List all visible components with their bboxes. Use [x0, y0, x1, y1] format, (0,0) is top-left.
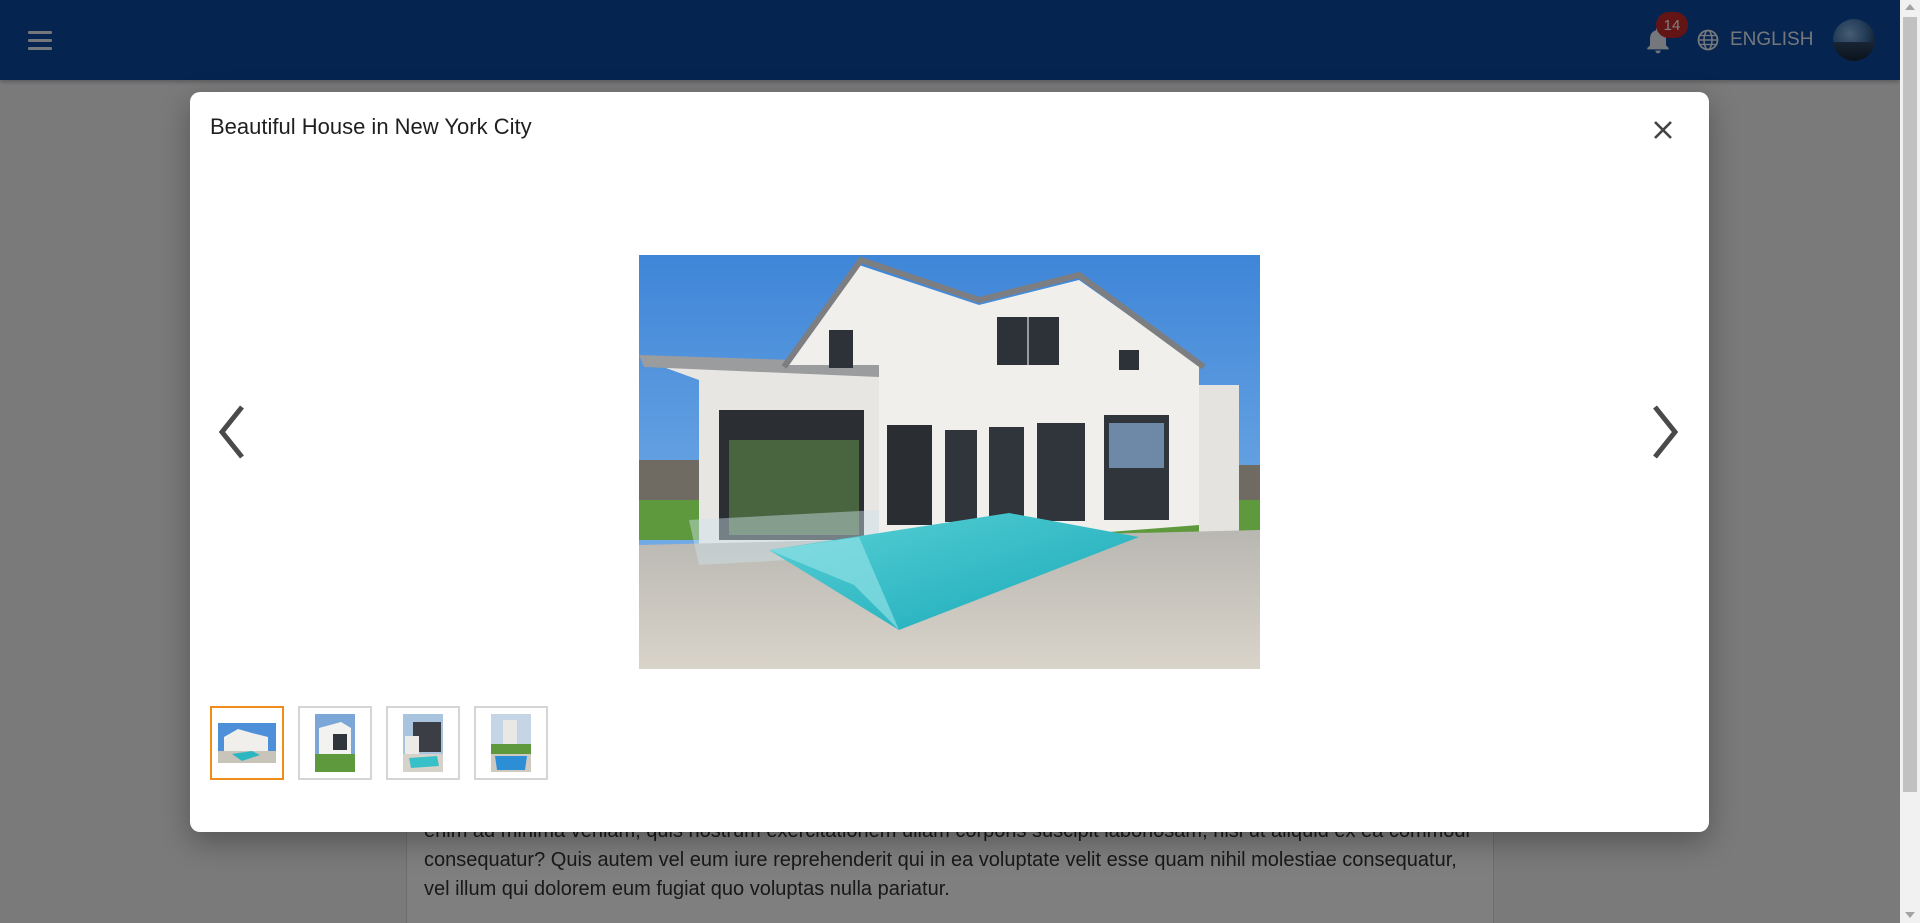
house-pool-thumbnail [218, 723, 276, 763]
modal-title: Beautiful House in New York City [210, 114, 532, 139]
scrollbar-thumb[interactable] [1903, 17, 1917, 792]
thumbnail-4[interactable] [474, 706, 548, 780]
house-lawn-thumbnail [315, 714, 355, 772]
close-icon[interactable] [1647, 114, 1679, 146]
scroll-down-arrow-icon[interactable] [1905, 912, 1915, 918]
main-house-photo [639, 255, 1260, 669]
thumbnail-strip [210, 706, 548, 780]
thumbnail-3[interactable] [386, 706, 460, 780]
house-pool-thumbnail-4 [491, 714, 531, 772]
chevron-right-icon[interactable] [1643, 397, 1687, 467]
thumbnail-1[interactable] [210, 706, 284, 780]
scroll-up-arrow-icon[interactable] [1905, 4, 1915, 10]
chevron-left-icon[interactable] [210, 397, 254, 467]
thumbnail-2[interactable] [298, 706, 372, 780]
house-pool-thumbnail-3 [403, 714, 443, 772]
gallery-modal: Beautiful House in New York City [190, 92, 1709, 832]
